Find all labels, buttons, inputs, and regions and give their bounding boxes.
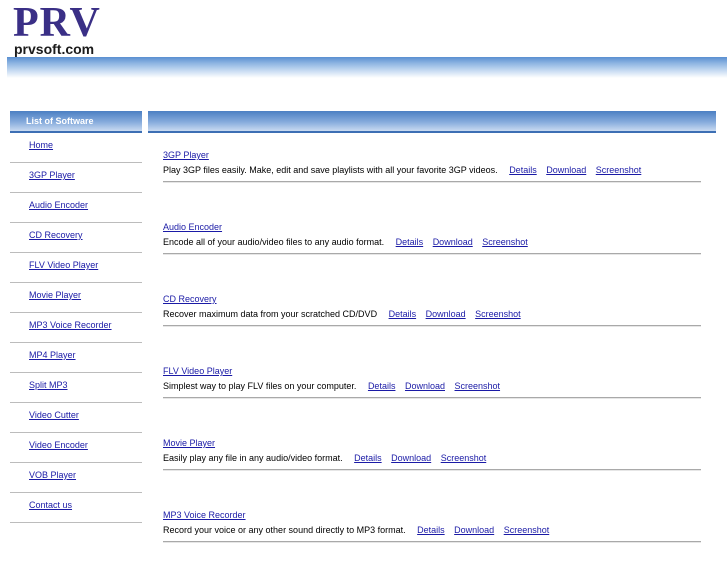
sidebar-list: Home 3GP Player Audio Encoder CD Recover… bbox=[10, 133, 142, 523]
sidebar-link-cd-recovery[interactable]: CD Recovery bbox=[29, 230, 83, 240]
product-info: Easily play any file in any audio/video … bbox=[163, 453, 486, 463]
sidebar-item-home: Home bbox=[10, 133, 142, 163]
sidebar: List of Software Home 3GP Player Audio E… bbox=[10, 111, 142, 523]
sidebar-header: List of Software bbox=[10, 111, 142, 133]
download-link[interactable]: Download bbox=[405, 381, 445, 391]
product-divider bbox=[163, 397, 701, 399]
sidebar-link-mp4-player[interactable]: MP4 Player bbox=[29, 350, 76, 360]
sidebar-item-3gp-player: 3GP Player bbox=[10, 163, 142, 193]
product-description: Play 3GP files easily. Make, edit and sa… bbox=[163, 165, 498, 175]
sidebar-item-contact-us: Contact us bbox=[10, 493, 142, 523]
download-link[interactable]: Download bbox=[546, 165, 586, 175]
sidebar-link-audio-encoder[interactable]: Audio Encoder bbox=[29, 200, 88, 210]
product-title-link[interactable]: CD Recovery bbox=[163, 294, 217, 304]
screenshot-link[interactable]: Screenshot bbox=[475, 309, 521, 319]
sidebar-link-video-cutter[interactable]: Video Cutter bbox=[29, 410, 79, 420]
sidebar-link-3gp-player[interactable]: 3GP Player bbox=[29, 170, 75, 180]
sidebar-item-cd-recovery: CD Recovery bbox=[10, 223, 142, 253]
sidebar-link-vob-player[interactable]: VOB Player bbox=[29, 470, 76, 480]
details-link[interactable]: Details bbox=[368, 381, 396, 391]
sidebar-link-contact-us[interactable]: Contact us bbox=[29, 500, 72, 510]
screenshot-link[interactable]: Screenshot bbox=[455, 381, 501, 391]
product-divider bbox=[163, 541, 701, 543]
product-item: CD Recovery Recover maximum data from yo… bbox=[163, 294, 701, 366]
product-divider bbox=[163, 469, 701, 471]
details-link[interactable]: Details bbox=[354, 453, 382, 463]
screenshot-link[interactable]: Screenshot bbox=[596, 165, 642, 175]
sidebar-item-video-encoder: Video Encoder bbox=[10, 433, 142, 463]
screenshot-link[interactable]: Screenshot bbox=[482, 237, 528, 247]
screenshot-link[interactable]: Screenshot bbox=[441, 453, 487, 463]
product-description: Easily play any file in any audio/video … bbox=[163, 453, 343, 463]
sidebar-item-vob-player: VOB Player bbox=[10, 463, 142, 493]
product-info: Record your voice or any other sound dir… bbox=[163, 525, 549, 535]
product-list: 3GP Player Play 3GP files easily. Make, … bbox=[163, 150, 701, 582]
sidebar-link-movie-player[interactable]: Movie Player bbox=[29, 290, 81, 300]
screenshot-link[interactable]: Screenshot bbox=[504, 525, 550, 535]
product-description: Simplest way to play FLV files on your c… bbox=[163, 381, 357, 391]
product-info: Recover maximum data from your scratched… bbox=[163, 309, 521, 319]
logo-text: PRV bbox=[13, 0, 101, 46]
sidebar-item-video-cutter: Video Cutter bbox=[10, 403, 142, 433]
sidebar-item-audio-encoder: Audio Encoder bbox=[10, 193, 142, 223]
product-info: Encode all of your audio/video files to … bbox=[163, 237, 528, 247]
download-link[interactable]: Download bbox=[433, 237, 473, 247]
product-title-link[interactable]: FLV Video Player bbox=[163, 366, 232, 376]
sidebar-item-split-mp3: Split MP3 bbox=[10, 373, 142, 403]
details-link[interactable]: Details bbox=[417, 525, 445, 535]
product-description: Record your voice or any other sound dir… bbox=[163, 525, 406, 535]
sidebar-link-video-encoder[interactable]: Video Encoder bbox=[29, 440, 88, 450]
content-header-band bbox=[148, 111, 716, 133]
sidebar-item-movie-player: Movie Player bbox=[10, 283, 142, 313]
product-item: MP3 Voice Recorder Record your voice or … bbox=[163, 510, 701, 582]
product-item: FLV Video Player Simplest way to play FL… bbox=[163, 366, 701, 438]
product-item: Audio Encoder Encode all of your audio/v… bbox=[163, 222, 701, 294]
download-link[interactable]: Download bbox=[454, 525, 494, 535]
product-description: Recover maximum data from your scratched… bbox=[163, 309, 378, 319]
sidebar-item-mp3-voice-recorder: MP3 Voice Recorder bbox=[10, 313, 142, 343]
product-title-link[interactable]: 3GP Player bbox=[163, 150, 209, 160]
product-divider bbox=[163, 181, 701, 183]
product-item: Movie Player Easily play any file in any… bbox=[163, 438, 701, 510]
sidebar-item-mp4-player: MP4 Player bbox=[10, 343, 142, 373]
logo-domain: prvsoft.com bbox=[14, 41, 95, 57]
download-link[interactable]: Download bbox=[426, 309, 466, 319]
sidebar-link-home[interactable]: Home bbox=[29, 140, 53, 150]
download-link[interactable]: Download bbox=[391, 453, 431, 463]
site-logo[interactable]: PRV prvsoft.com bbox=[13, 0, 101, 57]
product-title-link[interactable]: Movie Player bbox=[163, 438, 215, 448]
header-band bbox=[7, 57, 727, 78]
product-title-link[interactable]: MP3 Voice Recorder bbox=[163, 510, 246, 520]
product-item: 3GP Player Play 3GP files easily. Make, … bbox=[163, 150, 701, 222]
product-title-link[interactable]: Audio Encoder bbox=[163, 222, 222, 232]
details-link[interactable]: Details bbox=[396, 237, 424, 247]
product-divider bbox=[163, 253, 701, 255]
sidebar-item-flv-video-player: FLV Video Player bbox=[10, 253, 142, 283]
details-link[interactable]: Details bbox=[509, 165, 537, 175]
sidebar-link-split-mp3[interactable]: Split MP3 bbox=[29, 380, 68, 390]
details-link[interactable]: Details bbox=[389, 309, 417, 319]
product-divider bbox=[163, 325, 701, 327]
product-description: Encode all of your audio/video files to … bbox=[163, 237, 385, 247]
product-info: Simplest way to play FLV files on your c… bbox=[163, 381, 500, 391]
product-info: Play 3GP files easily. Make, edit and sa… bbox=[163, 165, 641, 175]
sidebar-link-flv-video-player[interactable]: FLV Video Player bbox=[29, 260, 98, 270]
sidebar-link-mp3-voice-recorder[interactable]: MP3 Voice Recorder bbox=[29, 320, 112, 330]
